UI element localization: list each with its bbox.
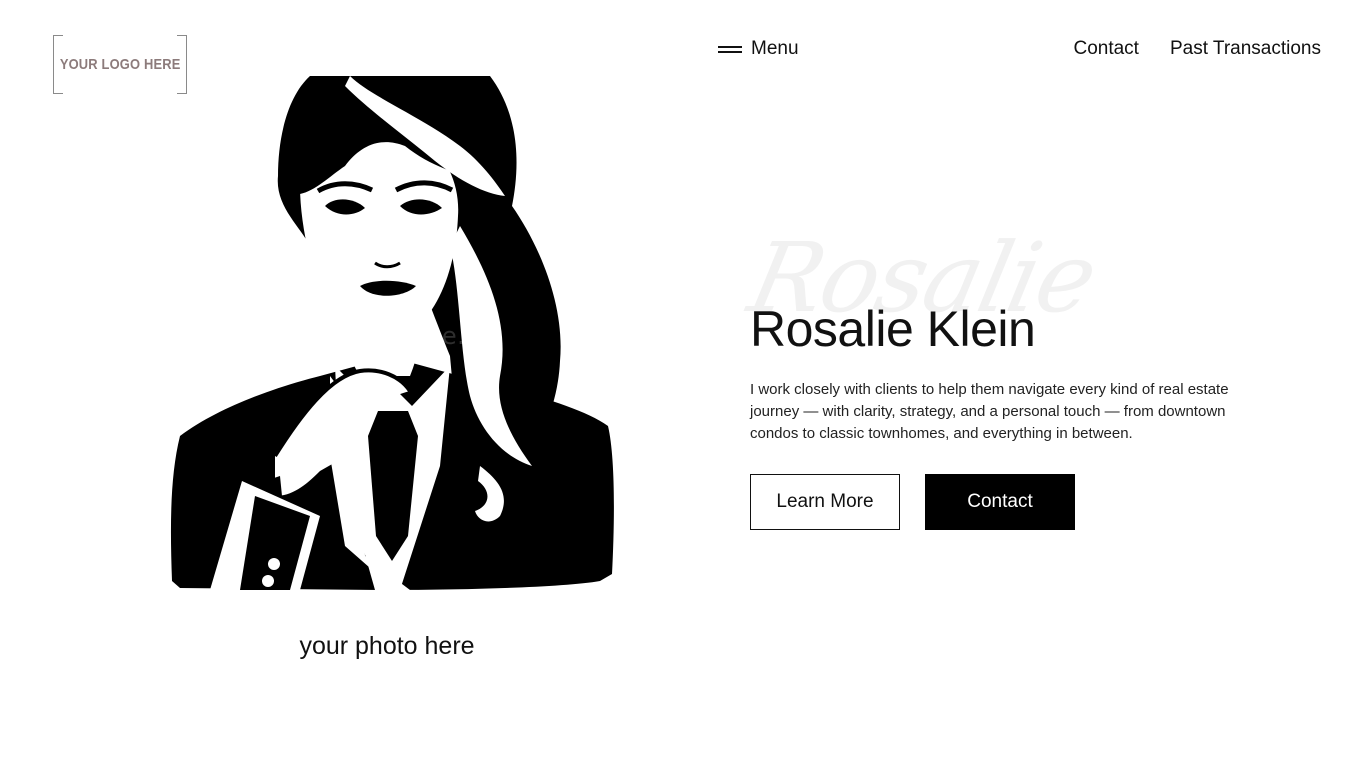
agent-name: Rosalie Klein — [750, 301, 1036, 357]
agent-bio: I work closely with clients to help them… — [750, 381, 1229, 442]
logo-text: YOUR LOGO HERE — [59, 56, 181, 73]
cuff-button-1 — [268, 558, 280, 570]
portrait-image — [170, 76, 614, 590]
menu-label: Menu — [751, 38, 799, 59]
contact-button[interactable]: Contact — [925, 474, 1075, 530]
photo-caption: your photo here — [299, 632, 475, 660]
top-nav: Contact Past Transactions — [1073, 38, 1321, 60]
hamburger-icon — [718, 44, 742, 54]
page: YOUR LOGO HERE Menu Contact Past Transac… — [0, 0, 1366, 768]
nav-link-contact[interactable]: Contact — [1073, 38, 1138, 60]
menu-button[interactable]: Menu — [718, 38, 799, 60]
nav-link-past-transactions[interactable]: Past Transactions — [1170, 38, 1321, 60]
learn-more-button[interactable]: Learn More — [750, 474, 900, 530]
cuff-button-2 — [262, 575, 274, 587]
